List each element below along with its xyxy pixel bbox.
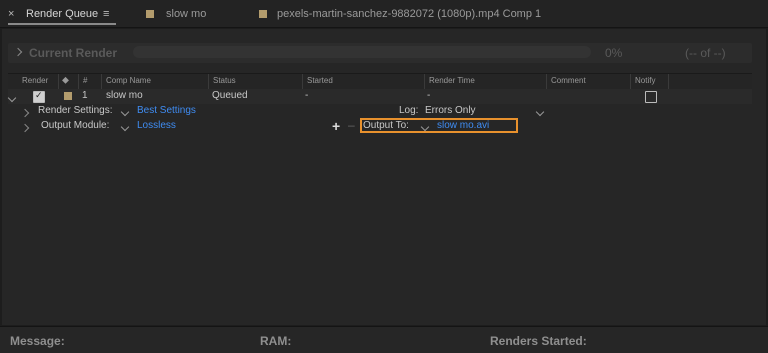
- column-comment[interactable]: Comment: [551, 76, 586, 85]
- queue-item-render-time: -: [427, 90, 431, 101]
- expand-output-module-icon[interactable]: [20, 123, 30, 134]
- progress-time: (-- of --): [685, 46, 726, 60]
- label-color-swatch-icon[interactable]: [64, 92, 72, 100]
- output-to-dropdown-icon[interactable]: [420, 122, 430, 133]
- queue-item-number: 1: [82, 90, 88, 101]
- label-color-swatch-icon: [259, 9, 267, 18]
- output-module-dropdown-icon[interactable]: [120, 122, 130, 133]
- notify-checkbox[interactable]: [645, 91, 657, 103]
- render-settings-dropdown-icon[interactable]: [120, 107, 130, 118]
- tab-pexels-comp[interactable]: pexels-martin-sanchez-9882072 (1080p).mp…: [259, 0, 541, 27]
- queue-item-comp-name[interactable]: slow mo: [106, 90, 143, 101]
- output-module-label: Output Module:: [41, 120, 110, 131]
- log-label: Log:: [399, 105, 419, 116]
- render-settings-label: Render Settings:: [38, 105, 113, 116]
- label-tag-icon[interactable]: ⬥: [62, 75, 69, 86]
- tab-label: slow mo: [166, 7, 207, 20]
- queue-column-header: Render ⬥ # Comp Name Status Started Rend…: [8, 73, 752, 90]
- column-render[interactable]: Render: [22, 76, 48, 85]
- tab-label: pexels-martin-sanchez-9882072 (1080p).mp…: [277, 7, 542, 20]
- tab-label: Render Queue: [26, 7, 99, 20]
- output-to-label: Output To:: [363, 120, 409, 131]
- status-footer: Message: RAM: Renders Started:: [0, 326, 768, 353]
- panel-tab-bar: × Render Queue ≡ slow mo pexels-martin-s…: [0, 0, 768, 28]
- render-checkbox[interactable]: ✓: [33, 90, 45, 103]
- column-notify[interactable]: Notify: [635, 76, 655, 85]
- queue-item-status: Queued: [212, 90, 248, 101]
- render-settings-value[interactable]: Best Settings: [137, 105, 196, 116]
- log-select-value: Errors Only: [425, 105, 476, 116]
- expand-render-settings-icon[interactable]: [20, 108, 30, 119]
- log-select[interactable]: Errors Only: [425, 105, 545, 118]
- log-dropdown-icon: [535, 107, 545, 118]
- current-render-label: Current Render: [29, 46, 118, 60]
- remove-output-module-icon[interactable]: –: [348, 118, 355, 132]
- collapse-row-icon[interactable]: [7, 93, 17, 104]
- column-started[interactable]: Started: [307, 76, 333, 85]
- progress-percent: 0%: [605, 46, 623, 60]
- column-status[interactable]: Status: [213, 76, 236, 85]
- add-output-module-icon[interactable]: +: [332, 118, 340, 134]
- queue-item-started: -: [305, 90, 309, 101]
- column-comp-name[interactable]: Comp Name: [106, 76, 151, 85]
- render-settings-row: Render Settings: Best Settings Log: Erro…: [8, 104, 752, 119]
- active-tab-underline: [8, 23, 116, 25]
- tab-slow-mo[interactable]: slow mo: [146, 0, 206, 27]
- render-progress-bar: [133, 46, 591, 58]
- queue-item-row[interactable]: ✓ 1 slow mo Queued - -: [7, 89, 752, 104]
- renders-started-label: Renders Started:: [490, 334, 587, 348]
- output-to-value[interactable]: slow mo.avi: [437, 120, 489, 131]
- ram-label: RAM:: [260, 334, 292, 348]
- current-render-expand-icon[interactable]: [13, 46, 23, 58]
- message-label: Message:: [10, 334, 65, 348]
- column-render-time[interactable]: Render Time: [429, 76, 475, 85]
- output-module-row: Output Module: Lossless + – Output To: s…: [8, 118, 752, 134]
- output-module-value[interactable]: Lossless: [137, 120, 176, 131]
- column-number[interactable]: #: [83, 76, 87, 85]
- label-color-swatch-icon: [146, 9, 154, 18]
